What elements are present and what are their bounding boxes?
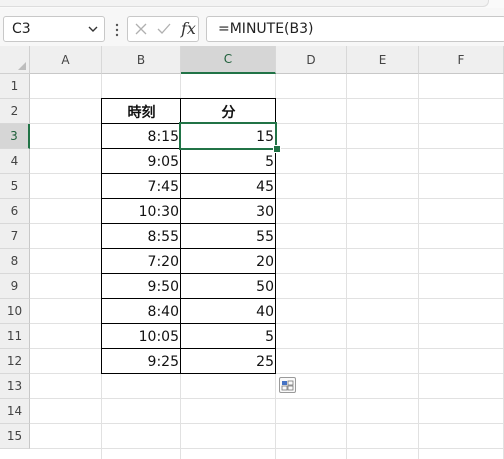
time-cell[interactable]: 9:25 — [102, 349, 181, 374]
minute-cell[interactable]: 55 — [181, 224, 276, 249]
table-header-time[interactable]: 時刻 — [102, 99, 181, 124]
minute-cell[interactable]: 5 — [181, 149, 276, 174]
cancel-icon[interactable] — [134, 22, 148, 36]
minute-cell[interactable]: 45 — [181, 174, 276, 199]
row-header-10[interactable]: 10 — [0, 299, 30, 324]
row-header-2[interactable]: 2 — [0, 99, 30, 124]
table-header-minute[interactable]: 分 — [181, 99, 276, 124]
row-header-4[interactable]: 4 — [0, 149, 30, 174]
time-cell[interactable]: 9:50 — [102, 274, 181, 299]
formula-bar-area: C3 fx =MINUTE(B3) — [0, 8, 504, 46]
time-cell[interactable]: 7:45 — [102, 174, 181, 199]
insert-function-button[interactable]: fx — [181, 19, 196, 38]
name-box-value: C3 — [12, 21, 31, 37]
column-header-f[interactable]: F — [419, 46, 504, 74]
name-box[interactable]: C3 — [3, 16, 105, 42]
column-header-c[interactable]: C — [181, 46, 276, 74]
row-header-5[interactable]: 5 — [0, 174, 30, 199]
grid-line — [30, 423, 504, 424]
formula-text: =MINUTE(B3) — [218, 21, 314, 37]
grid-line — [30, 398, 504, 399]
chevron-down-icon[interactable] — [86, 22, 100, 36]
time-cell[interactable]: 10:05 — [102, 324, 181, 349]
row-header-12[interactable]: 12 — [0, 349, 30, 374]
fill-handle[interactable] — [273, 145, 281, 153]
more-options-icon[interactable] — [114, 20, 120, 40]
row-header-14[interactable]: 14 — [0, 399, 30, 424]
row-header-7[interactable]: 7 — [0, 224, 30, 249]
worksheet-grid[interactable]: A B C D E F 1 2 3 4 5 6 7 8 9 10 11 12 13 14 15 時刻分 8:15 15 9:05… — [0, 46, 504, 459]
time-cell[interactable]: 9:05 — [102, 149, 181, 174]
row-header-8[interactable]: 8 — [0, 249, 30, 274]
column-header-a[interactable]: A — [30, 46, 102, 74]
row-header-11[interactable]: 11 — [0, 324, 30, 349]
minute-cell[interactable]: 40 — [181, 299, 276, 324]
column-header-e[interactable]: E — [347, 46, 419, 74]
minute-cell[interactable]: 5 — [181, 324, 276, 349]
row-header-15[interactable]: 15 — [0, 424, 30, 449]
row-header-1[interactable]: 1 — [0, 74, 30, 99]
time-cell[interactable]: 8:55 — [102, 224, 181, 249]
minute-cell[interactable]: 15 — [181, 124, 276, 149]
select-all-corner[interactable] — [0, 46, 30, 74]
minute-cell[interactable]: 30 — [181, 199, 276, 224]
column-header-b[interactable]: B — [102, 46, 181, 74]
formula-buttons: fx — [127, 16, 199, 42]
time-cell[interactable]: 10:30 — [102, 199, 181, 224]
minute-cell[interactable]: 25 — [181, 349, 276, 374]
row-header-9[interactable]: 9 — [0, 274, 30, 299]
minute-cell[interactable]: 50 — [181, 274, 276, 299]
formula-input[interactable]: =MINUTE(B3) — [206, 16, 504, 42]
row-header-3[interactable]: 3 — [0, 124, 30, 149]
quick-analysis-icon[interactable] — [279, 377, 296, 393]
row-header-6[interactable]: 6 — [0, 199, 30, 224]
grid-line — [30, 448, 504, 449]
check-icon[interactable] — [156, 22, 172, 36]
grid-line — [418, 74, 419, 459]
grid-line — [346, 74, 347, 459]
time-cell[interactable]: 8:15 — [102, 124, 181, 149]
row-header-13[interactable]: 13 — [0, 374, 30, 399]
window-top-strip — [0, 0, 504, 8]
minute-cell[interactable]: 20 — [181, 249, 276, 274]
time-cell[interactable]: 7:20 — [102, 249, 181, 274]
column-header-d[interactable]: D — [276, 46, 347, 74]
time-cell[interactable]: 8:40 — [102, 299, 181, 324]
